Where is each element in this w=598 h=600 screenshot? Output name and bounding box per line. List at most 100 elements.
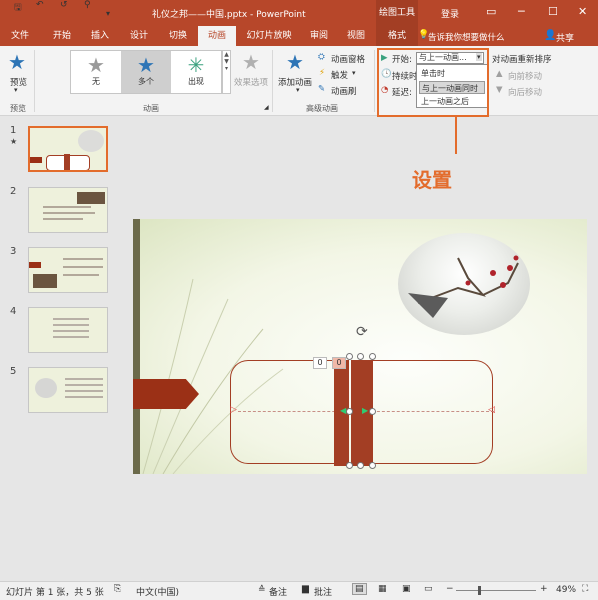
tab-slideshow[interactable]: 幻灯片放映 [238,26,300,46]
resize-handle[interactable] [346,353,353,360]
animation-tag[interactable]: 0 [313,357,327,369]
none-star-icon: ★ [87,53,105,77]
add-animation-dropdown-icon[interactable]: ▾ [296,86,300,94]
add-animation-star-icon[interactable]: ★ [286,52,304,72]
rotate-handle-icon[interactable]: ⟳ [356,324,368,340]
resize-handle[interactable] [369,353,376,360]
move-earlier-button[interactable]: 向前移动 [508,70,542,82]
close-icon[interactable]: ✕ [578,5,587,18]
preview-button[interactable]: 预览 [10,76,27,88]
plum-branch-icon [408,255,519,318]
save-icon[interactable]: 🖫 [14,0,22,16]
language-indicator[interactable]: 中文(中国) [136,585,179,598]
preview-star-icon[interactable]: ★ [8,52,26,72]
reorder-label: 对动画重新排序 [492,55,552,65]
slide-thumbnail-1[interactable] [28,126,108,172]
trigger-button[interactable]: 触发 [331,69,348,81]
slide-thumbnail-2[interactable] [28,187,108,233]
thumb-photo [77,192,105,204]
tab-design[interactable]: 设计 [120,26,158,46]
path-arrow-icon: ▶ [362,406,369,415]
gallery-item-multiple[interactable]: ★ 多个 [121,51,171,93]
gallery-label: 无 [92,77,100,86]
trigger-icon: ⚡ [319,68,325,78]
slide-thumbnail-4[interactable] [28,307,108,353]
animation-painter-button[interactable]: 动画刷 [331,85,357,97]
tab-animations[interactable]: 动画 [198,26,236,46]
appear-star-icon: ✳ [187,53,205,77]
slide-number: 5 [10,366,17,377]
trigger-dropdown-icon[interactable]: ▾ [352,69,356,77]
login-link[interactable]: 登录 [441,7,459,20]
tab-view[interactable]: 视图 [338,26,374,46]
path-end-icon: ◁ [488,405,495,415]
rounded-frame-left[interactable] [230,360,340,464]
comments-button[interactable]: 批注 [314,585,332,598]
zoom-slider[interactable] [456,590,536,591]
tab-review[interactable]: 审阅 [302,26,336,46]
effect-options-button[interactable]: 效果选项 [234,76,268,88]
normal-view-icon[interactable]: ▤ [352,583,367,595]
notes-icon: ≙ [258,585,266,595]
gallery-item-appear[interactable]: ✳ 出现 [171,51,221,93]
move-later-button[interactable]: 向后移动 [508,86,542,98]
tab-transitions[interactable]: 切换 [160,26,196,46]
qa-dropdown-icon[interactable]: ▾ [106,9,110,18]
zoom-out-icon[interactable]: − [446,584,454,594]
preview-group-label: 预览 [10,104,26,113]
gallery-item-none[interactable]: ★ 无 [71,51,121,93]
redo-icon[interactable]: ↺ [60,0,68,10]
zoom-slider-thumb[interactable] [478,586,481,595]
resize-handle[interactable] [369,462,376,469]
slide-sorter-icon[interactable]: ▦ [378,584,387,594]
zoom-in-icon[interactable]: + [540,584,548,594]
tell-me-search[interactable]: 告诉我你想要做什么 [428,31,505,43]
fit-window-icon[interactable]: ⛶ [582,584,588,594]
animation-tag[interactable]: 0 [332,357,346,369]
resize-handle[interactable] [369,408,376,415]
rounded-frame-right[interactable] [371,360,493,464]
tab-file[interactable]: 文件 [0,26,40,46]
animation-marker-icon: ★ [10,137,18,146]
divider [272,50,273,112]
tab-home[interactable]: 开始 [44,26,80,46]
thumb-text [63,258,103,260]
zoom-level[interactable]: 49% [556,585,576,595]
callout-label: 设置 [412,168,452,192]
resize-handle[interactable] [357,353,364,360]
thumb-text [63,266,103,268]
minimize-icon[interactable]: ─ [518,5,525,18]
resize-handle[interactable] [346,408,353,415]
red-flag-shape[interactable] [133,379,199,409]
thumb-text [53,330,89,332]
add-animation-button[interactable]: 添加动画 [278,76,312,88]
slide-count: 幻灯片 第 1 张，共 5 张 [6,588,104,598]
thumb-text [43,218,83,220]
resize-handle[interactable] [346,462,353,469]
resize-handle[interactable] [357,462,364,469]
thumb-flag [30,157,42,163]
dialog-launcher-icon[interactable]: ◢ [264,104,269,111]
gallery-scrollbar[interactable]: ▲ ▼ ▾ [222,50,231,94]
divider [374,50,375,112]
animation-pane-button[interactable]: 动画窗格 [331,53,365,65]
animation-painter-icon: ✎ [318,84,326,94]
advanced-animation-group-label: 高级动画 [306,104,338,113]
slide-thumbnail-5[interactable] [28,367,108,413]
customize-icon[interactable]: ⚲ [84,0,91,10]
tab-insert[interactable]: 插入 [82,26,118,46]
ribbon-display-icon[interactable]: ▭ [486,5,496,18]
maximize-icon[interactable]: ☐ [548,5,558,18]
document-title: 礼仪之邦——中国.pptx - PowerPoint [152,10,306,20]
slide-thumbnail-3[interactable] [28,247,108,293]
undo-icon[interactable]: ↶ [36,0,44,10]
reading-view-icon[interactable]: ▣ [402,584,411,594]
plum-blossom-image[interactable] [398,233,530,335]
preview-dropdown-icon[interactable]: ▾ [14,86,18,94]
slideshow-icon[interactable]: ▭ [424,584,433,594]
share-button[interactable]: 共享 [556,31,574,44]
notes-button[interactable]: 备注 [269,585,287,598]
thumb-text [63,274,99,276]
spellcheck-icon[interactable]: ⎘ [114,584,121,594]
tab-format[interactable]: 格式 [376,26,418,46]
